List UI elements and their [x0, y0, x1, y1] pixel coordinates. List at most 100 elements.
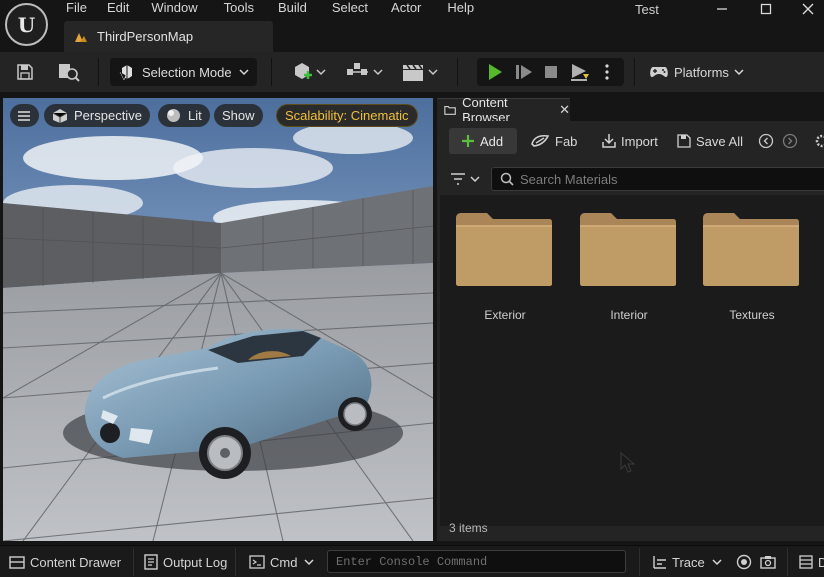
step-icon[interactable] — [513, 60, 535, 84]
drawer-icon — [9, 556, 25, 569]
console-command-input[interactable] — [328, 551, 625, 572]
show-button[interactable]: Show — [214, 104, 263, 127]
stop-icon[interactable] — [541, 60, 561, 84]
content-drawer-label: Content Drawer — [30, 554, 122, 570]
scalability-button[interactable]: Scalability: Cinematic — [276, 104, 418, 127]
folder-icon — [456, 213, 552, 286]
fab-button[interactable]: Fab — [530, 128, 577, 154]
status-separator — [639, 548, 640, 576]
chevron-down-icon — [712, 559, 722, 566]
more-icon[interactable] — [601, 60, 613, 84]
filter-dropdown[interactable] — [450, 167, 482, 191]
status-separator — [235, 548, 236, 576]
search-icon — [500, 172, 514, 186]
import-icon — [602, 134, 616, 148]
menu-edit[interactable]: Edit — [107, 0, 129, 16]
perspective-button[interactable]: Perspective — [44, 104, 150, 127]
import-label: Import — [621, 133, 658, 149]
play-controls — [477, 58, 624, 86]
back-icon[interactable] — [758, 128, 774, 154]
project-tab-label: ThirdPersonMap — [97, 29, 194, 44]
folder-name: Interior — [610, 308, 648, 322]
clapper-icon[interactable] — [400, 60, 440, 84]
snap-icon[interactable] — [345, 60, 385, 84]
save-all-button[interactable]: Save All — [677, 128, 743, 154]
cube-icon — [52, 108, 68, 123]
menu-build[interactable]: Build — [278, 0, 307, 16]
selection-mode-dropdown[interactable]: Selection Mode — [110, 58, 257, 86]
maximize-icon[interactable] — [754, 0, 778, 18]
add-actor-icon[interactable] — [289, 60, 329, 84]
mouse-cursor-icon — [620, 452, 636, 473]
platforms-dropdown[interactable]: Platforms — [641, 58, 751, 86]
content-drawer-button[interactable]: Content Drawer — [9, 552, 121, 572]
menu-tools[interactable]: Tools — [224, 0, 254, 16]
gamepad-icon — [650, 67, 668, 77]
save-icon[interactable] — [14, 60, 36, 84]
folder-name: Textures — [729, 308, 775, 322]
trace-dropdown[interactable]: Trace — [652, 552, 722, 572]
content-browser-icon — [444, 105, 456, 115]
toolbar-separator — [634, 58, 635, 86]
menu-actor[interactable]: Actor — [391, 0, 421, 16]
fab-label: Fab — [555, 133, 578, 149]
folder-interior[interactable]: Interior — [568, 209, 676, 329]
lit-sphere-icon — [167, 109, 180, 122]
project-tab[interactable]: ThirdPersonMap — [64, 21, 273, 52]
unreal-logo-icon[interactable]: U — [5, 3, 48, 46]
toolbar-separator — [98, 58, 99, 86]
asset-grid: Exterior Interior Textures — [440, 195, 824, 526]
close-tab-icon[interactable]: ✕ — [559, 102, 570, 118]
close-icon[interactable] — [796, 0, 820, 18]
screenshot-camera-icon[interactable] — [760, 552, 776, 572]
hamburger-icon[interactable] — [10, 104, 39, 127]
search-input[interactable] — [520, 171, 800, 187]
cmd-dropdown[interactable]: Cmd — [249, 552, 314, 572]
status-separator — [133, 548, 134, 576]
save-all-label: Save All — [696, 133, 743, 149]
filter-row — [437, 167, 824, 191]
menu-bar: File Edit Window Tools Build Select Acto… — [66, 0, 474, 16]
folder-name: Exterior — [484, 308, 526, 322]
viewport-scene — [3, 98, 433, 541]
level-viewport[interactable]: Perspective Lit Show Scalability: Cinema… — [3, 98, 433, 541]
output-log-button[interactable]: Output Log — [144, 552, 227, 572]
add-button[interactable]: Add — [449, 128, 517, 154]
plus-icon — [462, 135, 474, 147]
title-bar: U File Edit Window Tools Build Select Ac… — [0, 0, 824, 52]
folder-icon — [580, 213, 676, 286]
lit-button[interactable]: Lit — [158, 104, 210, 127]
content-browser-tab-row: Content Browser ✕ — [437, 95, 824, 125]
import-button[interactable]: Import — [601, 128, 658, 154]
content-browser-toolbar: Add Fab Import Save All — [437, 121, 824, 162]
perspective-label: Perspective — [74, 108, 142, 123]
menu-window[interactable]: Window — [151, 0, 197, 16]
item-count: 3 items — [449, 521, 488, 535]
terminal-icon — [249, 555, 265, 569]
folder-textures[interactable]: Textures — [691, 209, 799, 329]
derived-data-icon — [799, 555, 813, 569]
main-toolbar: Selection Mode Platforms — [0, 52, 824, 92]
folder-exterior[interactable]: Exterior — [444, 209, 552, 329]
derived-data-button[interactable]: D — [799, 552, 824, 572]
forward-icon[interactable] — [782, 128, 798, 154]
tab-content-browser[interactable]: Content Browser ✕ — [437, 95, 570, 125]
settings-gear-icon[interactable] — [814, 128, 824, 154]
filter-icon — [451, 173, 480, 185]
add-label: Add — [480, 133, 504, 149]
play-icon[interactable] — [485, 60, 505, 84]
scalability-label: Scalability: Cinematic — [285, 108, 409, 123]
menu-select[interactable]: Select — [332, 0, 368, 16]
log-icon — [144, 554, 158, 570]
status-separator — [787, 548, 788, 576]
browse-icon[interactable] — [56, 60, 82, 84]
minimize-icon[interactable] — [710, 0, 734, 18]
record-icon[interactable] — [736, 552, 752, 572]
eject-icon[interactable] — [569, 60, 591, 84]
menu-file[interactable]: File — [66, 0, 87, 16]
save-all-icon — [677, 134, 691, 148]
trace-label: Trace — [672, 554, 705, 570]
select-mode-icon — [119, 65, 132, 81]
menu-help[interactable]: Help — [447, 0, 474, 16]
folder-icon — [703, 213, 799, 286]
